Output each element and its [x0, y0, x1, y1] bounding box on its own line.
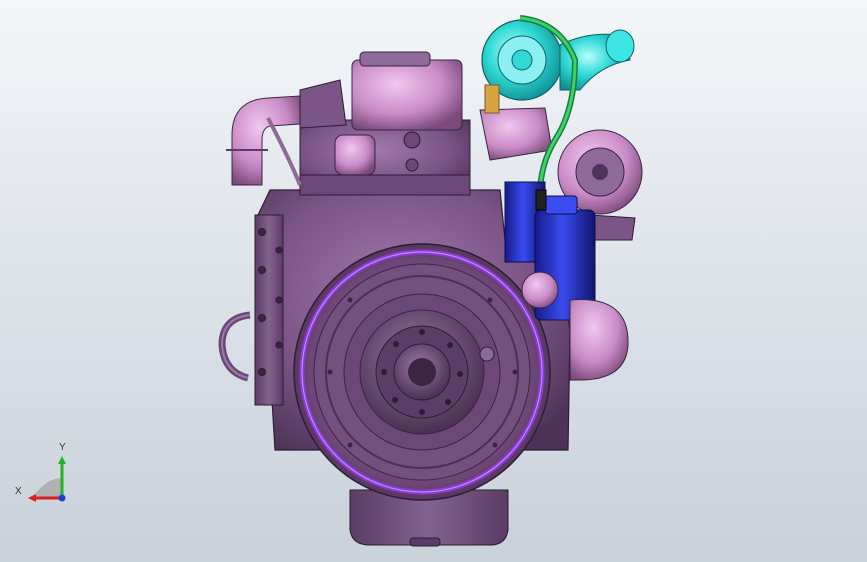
engine-model[interactable]: [0, 0, 867, 562]
axis-triad: X Y: [12, 440, 82, 510]
y-axis-label: Y: [59, 442, 66, 453]
axis-triad-graphic: [28, 456, 66, 502]
cad-viewport[interactable]: X Y: [0, 0, 867, 562]
flywheel-housing: [293, 243, 551, 501]
x-axis-label: X: [15, 486, 22, 497]
